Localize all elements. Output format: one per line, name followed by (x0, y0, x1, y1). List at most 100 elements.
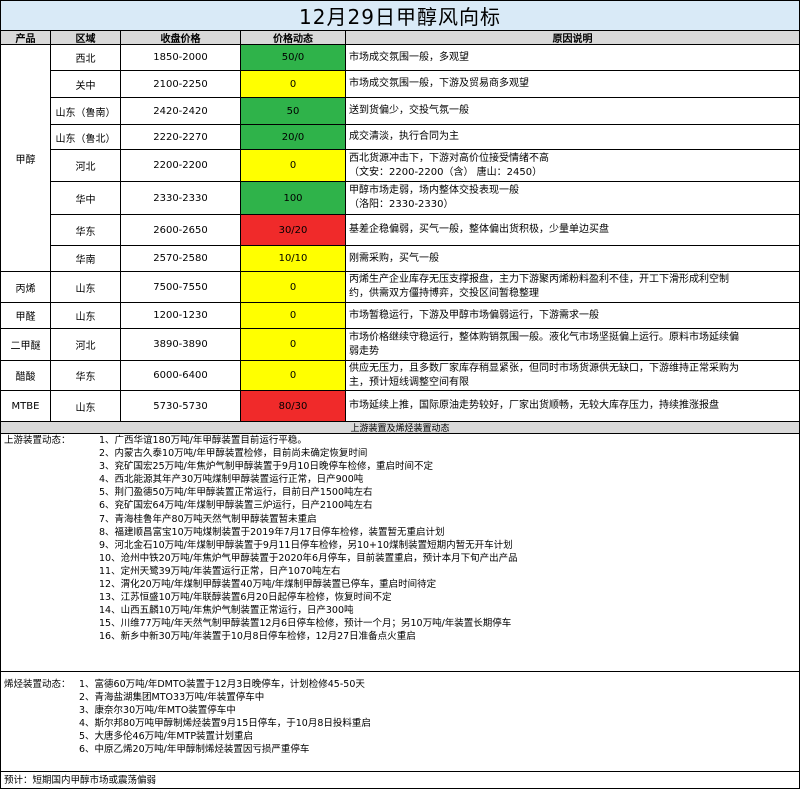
list-item: 1、富德60万吨/年DMTO装置于12月3日晚停车，计划检修45-50天 (79, 679, 365, 690)
product-cell: 丙烯 (1, 272, 51, 303)
forecast-text: 预计：短期国内甲醇市场或震荡偏弱 (4, 774, 157, 786)
price-cell: 7500-7550 (121, 272, 241, 303)
reason-cell: 成交清淡，执行合同为主 (346, 125, 799, 150)
reason-line: 弱走势 (349, 345, 379, 357)
list-item: 1、广西华谊180万吨/年甲醇装置目前运行平稳。 (99, 435, 307, 446)
change-badge: 50 (241, 98, 346, 125)
reason-line: 供应无压力，且多数厂家库存稍显紧张，但同时市场货源供无缺口，下游维持正常采购为 (349, 362, 739, 374)
upstream-list: 1、广西华谊180万吨/年甲醇装置目前运行平稳。 2、内蒙古久泰10万吨/年甲醇装… (99, 434, 789, 644)
reason-cell: 刚需采购，买气一般 (346, 246, 799, 272)
reason-line: 市场暂稳运行，下游及甲醇市场偏弱运行，下游需求一般 (349, 309, 599, 321)
list-item: 3、兖矿国宏25万吨/年焦炉气制甲醇装置于9月10日晚停车检修，重启时间不定 (99, 461, 433, 473)
list-item: 2、青海盐湖集团MTO33万吨/年装置停车中 (79, 692, 265, 704)
reason-cell: 西北货源冲击下，下游对高价位接受情绪不高 （文安：2200-2200（含） 唐山：… (346, 150, 799, 182)
region-cell: 华中 (51, 182, 121, 215)
reason-line: 市场价格继续守稳运行，整体购销氛围一般。液化气市场坚挺偏上运行。原料市场延续偏 (349, 331, 739, 343)
reason-cell: 甲醇市场走弱，场内整体交投表现一般 （洛阳：2330-2330） (346, 182, 799, 215)
list-item: 4、斯尔邦80万吨甲醇制烯烃装置9月15日停车，于10月8日投料重启 (79, 718, 371, 730)
column-header-price: 收盘价格 (121, 31, 241, 45)
olefin-section: 烯烃装置动态： 1、富德60万吨/年DMTO装置于12月3日晚停车，计划检修45… (1, 672, 799, 772)
list-item: 4、西北能源其年产30万吨煤制甲醇装置运行正常，日产900吨 (99, 474, 364, 486)
price-cell: 2100-2250 (121, 71, 241, 98)
product-cell: MTBE (1, 391, 51, 422)
list-item: 12、渭化20万吨/年煤制甲醇装置40万吨/年煤制甲醇装置已停车，重启时间待定 (99, 579, 437, 591)
list-item: 10、沧州中铁20万吨/年焦炉气甲醇装置于2020年6月停车，目前装置重启，预计… (99, 552, 518, 564)
column-header-reason: 原因说明 (346, 31, 799, 45)
price-cell: 2570-2580 (121, 246, 241, 272)
region-cell: 关中 (51, 71, 121, 98)
reason-line: （文安：2200-2200（含） 唐山：2450） (349, 166, 543, 178)
region-cell: 河北 (51, 329, 121, 361)
reason-line: 刚需采购，买气一般 (349, 252, 439, 264)
column-header-change: 价格动态 (241, 31, 346, 45)
reason-cell: 基差企稳偏弱，买气一般，整体偏出货积极，少量单边买盘 (346, 215, 799, 246)
list-item: 15、川维77万吨/年天然气制甲醇装置12月6日停车检修，预计一个月；另10万吨… (99, 618, 512, 630)
product-cell: 甲醇 (1, 45, 51, 272)
reason-line: （洛阳：2330-2330） (349, 199, 454, 210)
product-cell: 二甲醚 (1, 329, 51, 361)
reason-line: 成交清淡，执行合同为主 (349, 131, 459, 142)
reason-line: 约，供需双方僵持博弈，交投区间暂稳整理 (349, 288, 539, 299)
page-title: 12月29日甲醇风向标 (1, 1, 799, 31)
reason-line: 基差企稳偏弱，买气一般，整体偏出货积极，少量单边买盘 (349, 224, 609, 235)
reason-cell: 丙烯生产企业库存无压支撑报盘，主力下游聚丙烯粉料盈利不佳，开工下滑形成利空制 约，… (346, 272, 799, 303)
column-header-product: 产品 (1, 31, 51, 45)
reason-line: 丙烯生产企业库存无压支撑报盘，主力下游聚丙烯粉料盈利不佳，开工下滑形成利空制 (349, 274, 729, 285)
reason-cell: 市场延续上推，国际原油走势较好，厂家出货顺畅，无较大库存压力，持续推涨报盘 (346, 391, 799, 422)
region-cell: 山东 (51, 391, 121, 422)
list-item: 5、荆门盈德50万吨/年甲醇装置正常运行，目前日产1500吨左右 (99, 487, 373, 499)
reason-cell: 市场暂稳运行，下游及甲醇市场偏弱运行，下游需求一般 (346, 303, 799, 329)
change-badge: 0 (241, 361, 346, 391)
list-item: 2、内蒙古久泰10万吨/年甲醇装置检修，目前尚未确定恢复时间 (99, 448, 368, 460)
price-cell: 3890-3890 (121, 329, 241, 361)
reason-cell: 市场价格继续守稳运行，整体购销氛围一般。液化气市场坚挺偏上运行。原料市场延续偏弱… (346, 329, 799, 361)
price-cell: 5730-5730 (121, 391, 241, 422)
price-cell: 2600-2650 (121, 215, 241, 246)
change-badge: 0 (241, 272, 346, 303)
price-cell: 2330-2330 (121, 182, 241, 215)
reason-cell: 市场成交氛围一般，下游及贸易商多观望 (346, 71, 799, 98)
change-badge: 0 (241, 71, 346, 98)
change-badge: 10/10 (241, 246, 346, 272)
list-item: 3、康奈尔30万吨/年MTO装置停车中 (79, 705, 236, 717)
list-item: 6、兖矿国宏64万吨/年煤制甲醇装置三炉运行，日产2100吨左右 (99, 500, 373, 512)
region-cell: 山东 (51, 303, 121, 329)
change-badge: 0 (241, 150, 346, 182)
olefin-label: 烯烃装置动态： (4, 679, 71, 690)
region-cell: 河北 (51, 150, 121, 182)
price-cell: 6000-6400 (121, 361, 241, 391)
price-cell: 2420-2420 (121, 98, 241, 125)
list-item: 13、江苏恒盛10万吨/年联醇装置6月20日起停车检修，恢复时间不定 (99, 592, 392, 604)
region-cell: 山东（鲁北） (51, 125, 121, 150)
region-cell: 山东（鲁南） (51, 98, 121, 125)
price-cell: 2200-2200 (121, 150, 241, 182)
column-header-region: 区域 (51, 31, 121, 45)
change-badge: 100 (241, 182, 346, 215)
section-header: 上游装置及烯烃装置动态 (1, 422, 799, 434)
reason-line: 市场成交氛围一般，多观望 (349, 51, 469, 63)
product-cell: 醋酸 (1, 361, 51, 391)
list-item: 5、大唐多伦46万吨/年MTP装置计划重启 (79, 731, 254, 743)
list-item: 9、河北金石10万吨/年煤制甲醇装置于9月11日停车检修，另10+10煤制装置短… (99, 539, 513, 551)
report-sheet: 12月29日甲醇风向标 产品 区域 收盘价格 价格动态 原因说明 甲醇 丙烯 甲醛二… (0, 0, 800, 789)
list-item: 11、定州天鹭39万吨/年装置运行正常，日产1070吨左右 (99, 565, 341, 577)
price-cell: 1200-1230 (121, 303, 241, 329)
price-cell: 1850-2000 (121, 45, 241, 71)
list-item: 7、青海桂鲁年产80万吨天然气制甲醇装置暂未重启 (99, 513, 317, 525)
reason-line: 市场延续上推，国际原油走势较好，厂家出货顺畅，无较大库存压力，持续推涨报盘 (349, 400, 719, 411)
change-badge: 30/20 (241, 215, 346, 246)
reason-cell: 送到货偏少，交投气氛一般 (346, 98, 799, 125)
list-item: 6、中原乙烯20万吨/年甲醇制烯烃装置因亏损严重停车 (79, 744, 310, 756)
reason-line: 主，预计短线调整空间有限 (349, 376, 469, 388)
reason-line: 送到货偏少，交投气氛一般 (349, 105, 469, 116)
change-badge: 0 (241, 303, 346, 329)
reason-line: 甲醇市场走弱，场内整体交投表现一般 (349, 185, 519, 196)
reason-cell: 供应无压力，且多数厂家库存稍显紧张，但同时市场货源供无缺口，下游维持正常采购为主… (346, 361, 799, 391)
list-item: 14、山西五麟10万吨/年焦炉气制装置正常运行，日产300吨 (99, 605, 354, 617)
olefin-list: 1、富德60万吨/年DMTO装置于12月3日晚停车，计划检修45-50天 2、青海… (79, 678, 779, 757)
region-cell: 西北 (51, 45, 121, 71)
region-cell: 华东 (51, 361, 121, 391)
upstream-label: 上游装置动态： (4, 435, 71, 446)
upstream-section: 上游装置动态： 1、广西华谊180万吨/年甲醇装置目前运行平稳。 2、内蒙古久泰1… (1, 434, 799, 672)
reason-line: 西北货源冲击下，下游对高价位接受情绪不高 (349, 152, 549, 164)
